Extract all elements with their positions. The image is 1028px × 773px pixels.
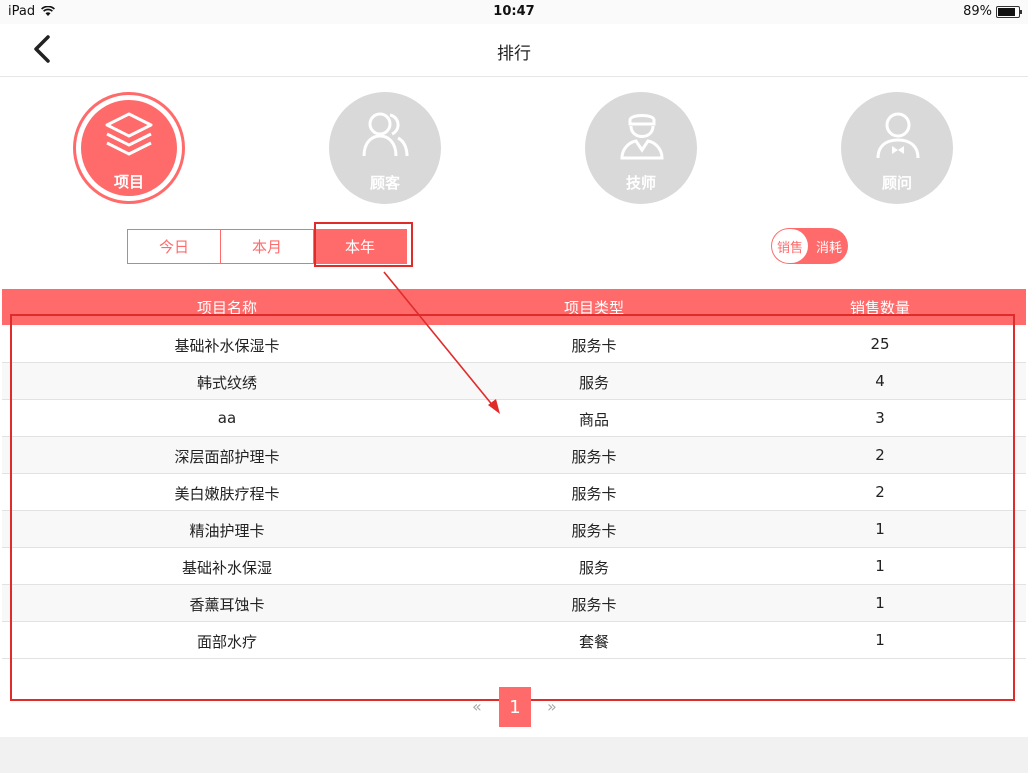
pager-prev-button[interactable]: « [472,697,482,716]
pager-next-button[interactable]: » [547,697,557,716]
pager-page-1[interactable]: 1 [499,687,531,727]
annotation-arrow-icon [383,271,500,414]
pagination: « 1 » [0,687,1028,727]
app-screen: iPad 10:47 89% 排行 项目 顾客 技师 顾问 今日 本月 本年 销… [0,0,1028,773]
footer-bar [0,737,1028,773]
